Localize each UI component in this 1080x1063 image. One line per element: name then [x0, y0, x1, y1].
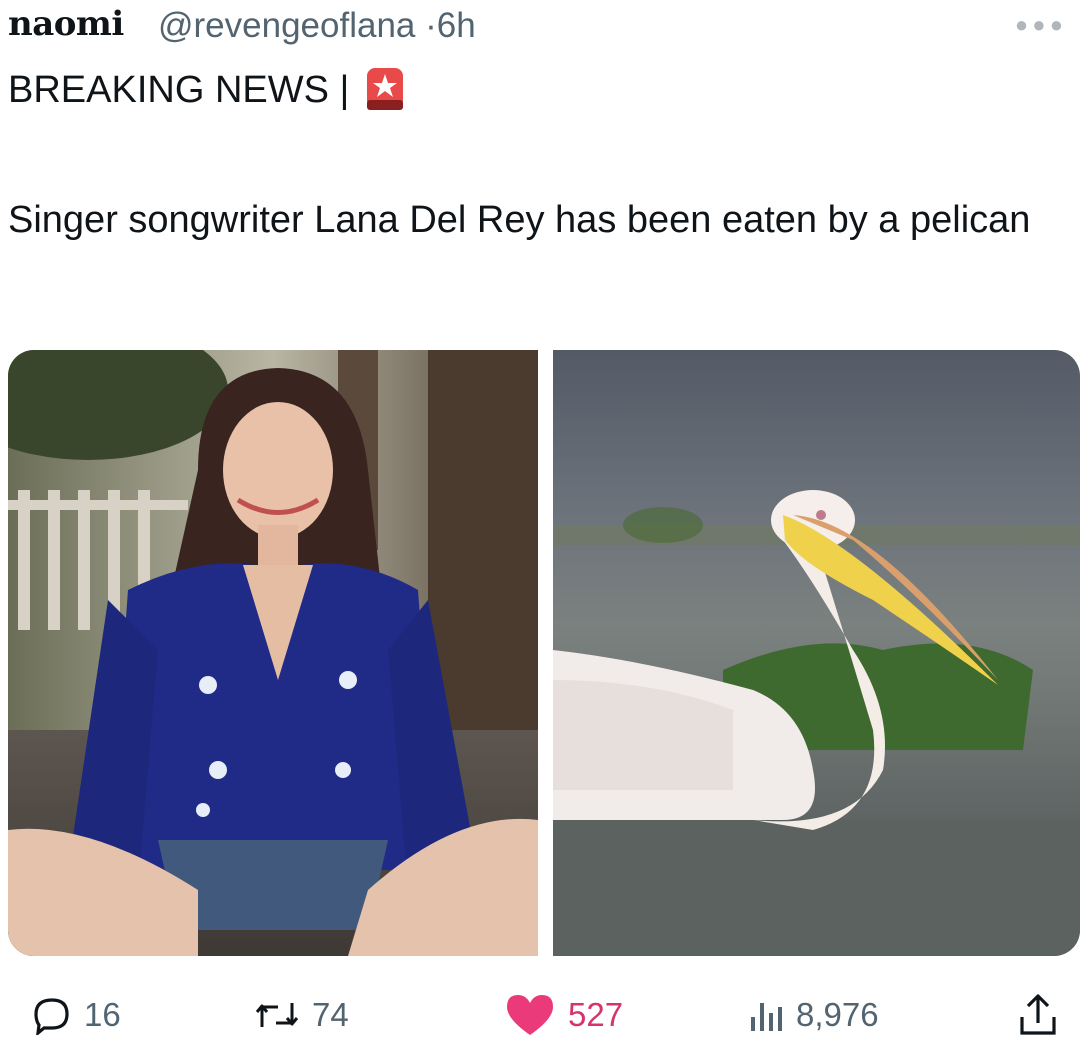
user-handle[interactable]: @revengeoflana [158, 6, 415, 45]
views-icon [751, 1003, 782, 1031]
tweet-time[interactable]: 6h [437, 6, 476, 45]
reply-icon [34, 998, 69, 1035]
siren-icon [367, 68, 404, 110]
tweet-actions: 16 74 527 8,976 [0, 980, 1080, 1050]
heart-icon [507, 995, 553, 1035]
display-name[interactable]: naomi [8, 4, 124, 44]
reply-count: 16 [84, 996, 121, 1033]
view-count: 8,976 [796, 996, 879, 1033]
views-button[interactable]: 8,976 [748, 980, 879, 1050]
headline-text: BREAKING NEWS | [8, 68, 350, 111]
tweet-headline: BREAKING NEWS | [8, 66, 407, 114]
woman-portrait-image[interactable] [8, 350, 538, 956]
reply-button[interactable]: 16 [32, 980, 121, 1050]
repost-icon [255, 1003, 299, 1027]
repost-button[interactable]: 74 [254, 980, 349, 1050]
share-button[interactable] [1018, 980, 1058, 1050]
repost-count: 74 [312, 996, 349, 1033]
like-button[interactable]: 527 [504, 980, 623, 1050]
pelican-image[interactable] [553, 350, 1080, 956]
handle-and-time: @revengeoflana ·6h [158, 6, 476, 46]
meta-separator: · [425, 6, 437, 45]
share-icon [1020, 994, 1056, 1035]
tweet-body: Singer songwriter Lana Del Rey has been … [8, 199, 1031, 241]
like-count: 527 [568, 996, 624, 1033]
tweet-header: naomi @revengeoflana ·6h ● ● ● [8, 2, 1068, 52]
more-options-icon[interactable]: ● ● ● [1015, 12, 1063, 38]
